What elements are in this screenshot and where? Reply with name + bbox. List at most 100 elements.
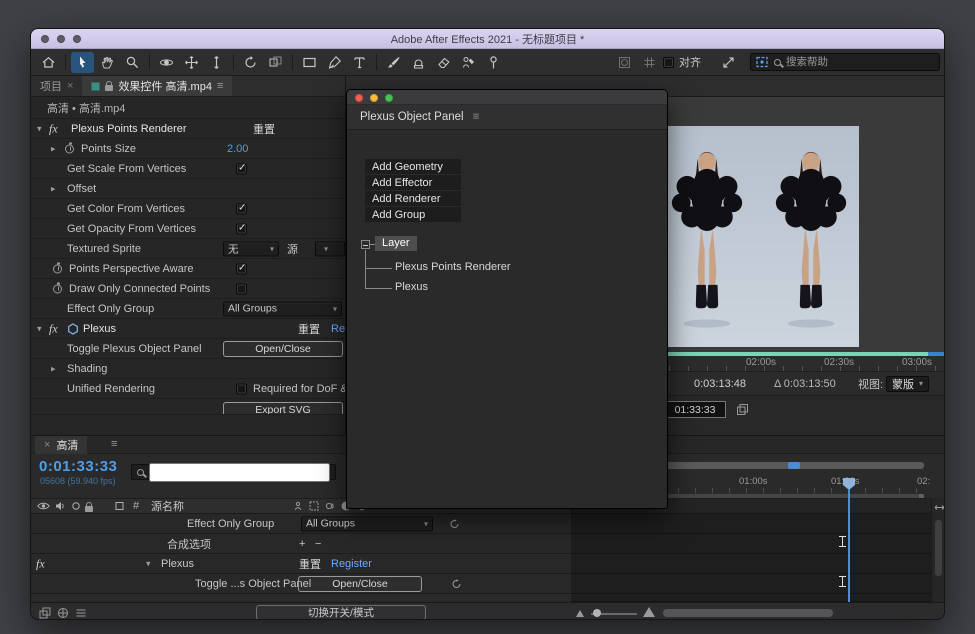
vertical-scrollbar[interactable] xyxy=(935,520,942,576)
frame-blend-icon[interactable] xyxy=(309,501,319,511)
current-timecode[interactable]: 0:01:33:33 xyxy=(39,458,117,475)
solo-icon[interactable] xyxy=(71,501,81,511)
tool-puppet-pin[interactable] xyxy=(482,52,505,73)
add-geometry-button[interactable]: Add Geometry xyxy=(365,159,461,174)
add-effector-button[interactable]: Add Effector xyxy=(365,175,461,190)
reset-link[interactable]: 重置 xyxy=(253,121,275,137)
window-minimize-button[interactable] xyxy=(57,35,65,43)
expand-layer-switches-icon[interactable] xyxy=(39,607,51,619)
tree-root-item[interactable]: Layer xyxy=(375,236,417,251)
effect-name[interactable]: Plexus Points Renderer xyxy=(71,123,187,135)
tool-pan-behind[interactable] xyxy=(264,52,287,73)
add-group-button[interactable]: Add Group xyxy=(365,207,461,222)
checkbox[interactable] xyxy=(236,383,247,394)
pan-view-icon[interactable] xyxy=(934,502,945,513)
cycle-icon[interactable] xyxy=(449,518,460,529)
source-name-header[interactable]: 源名称 xyxy=(151,498,184,514)
tool-rectangle[interactable] xyxy=(298,52,321,73)
comp-timecode-field[interactable]: 01:33:33 xyxy=(664,401,726,418)
eye-icon[interactable] xyxy=(37,502,50,511)
dropdown[interactable]: All Groups▾ xyxy=(301,516,433,531)
twirl-open-icon[interactable]: ▾ xyxy=(37,123,42,134)
tab-effect-controls[interactable]: 效果控件 高清.mp4 ≡ xyxy=(82,76,232,96)
zoom-slider-knob[interactable] xyxy=(593,609,601,617)
current-time-indicator[interactable] xyxy=(848,489,850,602)
help-search-input[interactable] xyxy=(786,56,906,68)
timeline-search[interactable] xyxy=(131,464,336,480)
fx-badge[interactable]: fx xyxy=(49,121,58,136)
checkbox[interactable] xyxy=(236,223,247,234)
timeline-tab[interactable]: × 高清 xyxy=(35,436,87,454)
stopwatch-icon[interactable] xyxy=(53,284,62,293)
cycle-icon[interactable] xyxy=(451,578,462,589)
tool-type[interactable] xyxy=(348,52,371,73)
track-lane[interactable] xyxy=(571,534,931,554)
tree-item[interactable]: Plexus xyxy=(395,281,428,293)
tree-expander-icon[interactable] xyxy=(361,240,370,249)
tool-home[interactable] xyxy=(37,52,60,73)
checkbox[interactable] xyxy=(236,283,247,294)
tool-dolly-camera[interactable] xyxy=(205,52,228,73)
track-lane[interactable] xyxy=(571,594,931,602)
tool-pan-camera[interactable] xyxy=(180,52,203,73)
snap-checkbox[interactable] xyxy=(663,57,674,68)
mask-visibility-toggle[interactable] xyxy=(613,52,636,73)
add-renderer-button[interactable]: Add Renderer xyxy=(365,191,461,206)
fx-badge[interactable]: fx xyxy=(36,556,45,571)
dropdown[interactable]: All Groups▾ xyxy=(223,301,342,316)
tool-orbit-camera[interactable] xyxy=(155,52,178,73)
export-svg-button[interactable]: Export SVG xyxy=(223,402,343,416)
track-lane[interactable] xyxy=(571,554,931,574)
tool-roto-brush[interactable] xyxy=(457,52,480,73)
track-lane[interactable] xyxy=(571,574,931,594)
tool-hand[interactable] xyxy=(96,52,119,73)
panel-menu-icon[interactable]: ≡ xyxy=(111,438,117,450)
add-button[interactable]: + xyxy=(299,538,305,550)
remove-button[interactable]: − xyxy=(315,538,321,550)
grid-guides-toggle[interactable] xyxy=(638,52,661,73)
tool-clone-stamp[interactable] xyxy=(407,52,430,73)
track-lane[interactable] xyxy=(571,514,931,534)
stopwatch-icon[interactable] xyxy=(65,144,74,153)
panel-menu-icon[interactable]: ≡ xyxy=(473,111,480,123)
register-link[interactable]: Register xyxy=(331,323,346,335)
register-link[interactable]: Register xyxy=(331,558,372,570)
reset-link[interactable]: 重置 xyxy=(299,556,321,572)
fx-badge[interactable]: fx xyxy=(49,321,58,336)
tool-eraser[interactable] xyxy=(432,52,455,73)
checkbox[interactable] xyxy=(236,163,247,174)
twirl-closed-icon[interactable]: ▸ xyxy=(51,143,56,154)
tool-rotation[interactable] xyxy=(239,52,262,73)
twirl-closed-icon[interactable]: ▸ xyxy=(51,363,56,374)
close-icon[interactable]: × xyxy=(44,439,50,451)
layers-icon[interactable] xyxy=(736,403,749,416)
twirl-open-icon[interactable]: ▾ xyxy=(146,558,151,569)
plexus-panel-tab[interactable]: Plexus Object Panel ≡ xyxy=(347,105,667,130)
layer-number-header[interactable]: # xyxy=(133,500,139,512)
property-value[interactable]: 2.00 xyxy=(227,143,248,155)
help-search[interactable] xyxy=(750,53,940,71)
stopwatch-icon[interactable] xyxy=(53,264,62,273)
open-close-button[interactable]: Open/Close xyxy=(223,341,343,357)
twirl-open-icon[interactable]: ▾ xyxy=(37,323,42,334)
effect-name[interactable]: Plexus xyxy=(83,323,116,335)
zoom-in-mountain-icon[interactable] xyxy=(643,607,655,617)
navigator-marker[interactable] xyxy=(788,462,800,469)
toggle-switches-modes-button[interactable]: 切换开关/模式 xyxy=(256,605,426,620)
close-icon[interactable]: × xyxy=(67,80,73,92)
shy-icon[interactable] xyxy=(293,501,303,511)
window-close-button[interactable] xyxy=(41,35,49,43)
effect-header-row[interactable]: ▾ fx Plexus 重置 Register xyxy=(31,319,345,339)
twirl-closed-icon[interactable]: ▸ xyxy=(51,183,56,194)
panel-menu-icon[interactable]: ≡ xyxy=(217,80,223,92)
view-mode-dropdown[interactable]: 蒙版▾ xyxy=(886,376,929,392)
window-close-button[interactable] xyxy=(355,94,363,102)
dropdown[interactable]: ▾ xyxy=(315,241,345,256)
effect-name[interactable]: Plexus xyxy=(161,558,194,570)
label-color-icon[interactable] xyxy=(115,502,124,511)
effect-header-row[interactable]: ▾ fx Plexus Points Renderer 重置 xyxy=(31,119,345,139)
tool-pen[interactable] xyxy=(323,52,346,73)
checkbox[interactable] xyxy=(236,203,247,214)
audio-icon[interactable] xyxy=(55,501,65,511)
tool-brush[interactable] xyxy=(382,52,405,73)
